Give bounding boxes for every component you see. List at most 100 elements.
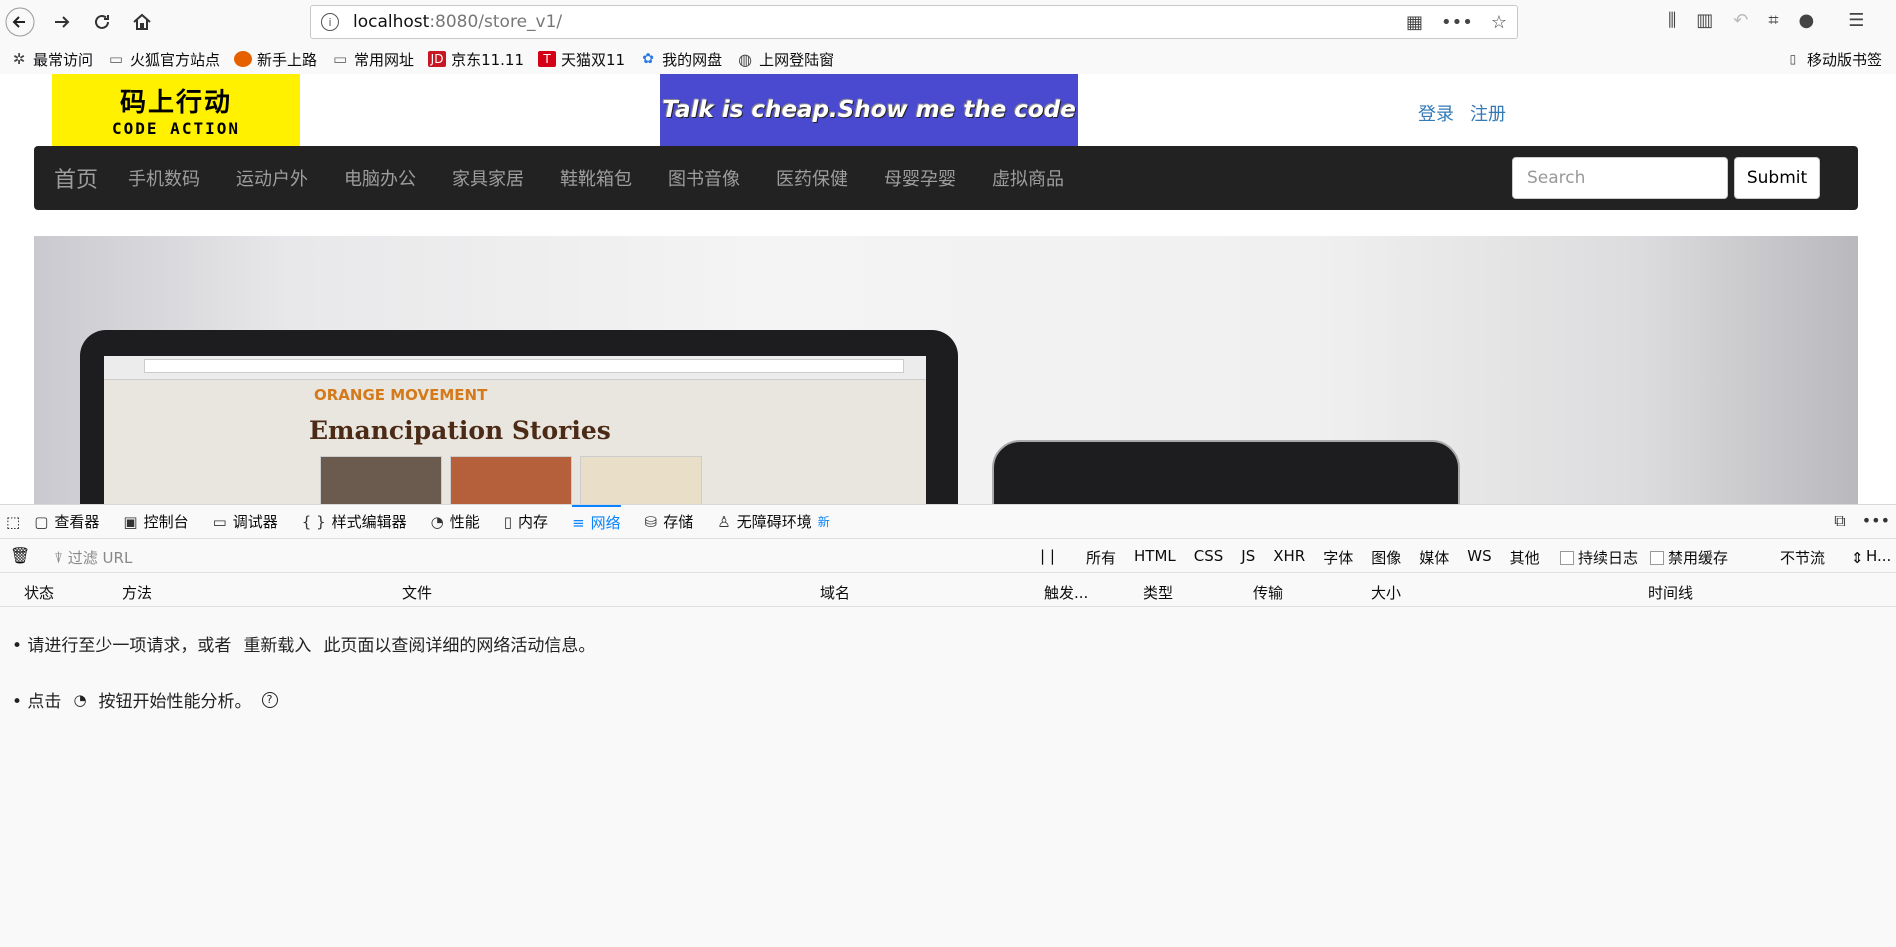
type-image[interactable]: 图像	[1371, 547, 1401, 568]
bookmark-firefox[interactable]: ▭ 火狐官方站点	[107, 49, 220, 70]
tab-console[interactable]: ▣ 控制台	[123, 505, 188, 539]
persist-log-checkbox[interactable]: 持续日志	[1560, 547, 1638, 568]
col-status[interactable]: 状态	[24, 582, 54, 603]
message-text: 按钮开始性能分析。	[98, 692, 252, 712]
search-input[interactable]: Search	[1512, 157, 1728, 199]
tab-label: 存储	[663, 513, 694, 531]
tab-inspector[interactable]: ▢ 查看器	[34, 505, 99, 539]
trash-icon[interactable]: 🗑	[10, 546, 30, 565]
tab-storage[interactable]: ⛁ 存储	[645, 505, 694, 539]
screenshot-icon[interactable]: ⌗	[1768, 10, 1778, 31]
info-icon[interactable]: i	[321, 13, 339, 31]
pause-icon[interactable]: | |	[1040, 547, 1055, 565]
performance-button[interactable]: ◔	[67, 691, 92, 709]
tab-performance[interactable]: ◔ 性能	[431, 505, 480, 539]
tab-label: 网络	[590, 514, 621, 532]
filter-url-input[interactable]: ⍒ 过滤 URL	[54, 547, 132, 568]
tab-debugger[interactable]: ▭ 调试器	[213, 505, 278, 539]
col-cause[interactable]: 触发...	[1044, 582, 1088, 603]
type-js[interactable]: JS	[1241, 547, 1255, 568]
message-text: 此页面以查阅详细的网络活动信息。	[323, 636, 596, 656]
qrcode-icon[interactable]: ▦	[1406, 12, 1423, 33]
nav-item[interactable]: 母婴孕婴	[884, 165, 956, 191]
back-icon[interactable]	[4, 6, 36, 38]
nav-item[interactable]: 手机数码	[128, 165, 200, 191]
bookmark-netdisk[interactable]: ✿ 我的网盘	[639, 49, 722, 70]
chat-icon[interactable]: ●	[1799, 10, 1815, 31]
type-ws[interactable]: WS	[1467, 547, 1491, 568]
accessibility-icon: ♙	[717, 512, 731, 531]
tab-style-editor[interactable]: { } 样式编辑器	[302, 505, 407, 539]
hero-carousel[interactable]: ORANGE MOVEMENT Emancipation Stories	[34, 236, 1858, 504]
forward-icon[interactable]	[46, 6, 78, 38]
bookmark-login[interactable]: ◍ 上网登陆窗	[736, 49, 834, 70]
login-link[interactable]: 登录	[1418, 100, 1454, 126]
empty-message-reload: • 请进行至少一项请求，或者 重新载入 此页面以查阅详细的网络活动信息。	[12, 631, 595, 656]
main-navbar: 首页 手机数码 运动户外 电脑办公 家具家居 鞋靴箱包 图书音像 医药保健 母婴…	[34, 146, 1858, 210]
pick-element-icon[interactable]: ⬚	[6, 505, 20, 539]
undo-icon[interactable]: ↶	[1733, 10, 1748, 31]
sidebar-icon[interactable]: ▥	[1696, 10, 1713, 31]
bookmark-common[interactable]: ▭ 常用网址	[331, 49, 414, 70]
slogan-banner: Talk is cheap.Show me the code	[660, 74, 1078, 146]
network-filterbar: 🗑 ⍒ 过滤 URL | | 所有 HTML CSS JS XHR 字体 图像 …	[0, 539, 1896, 573]
url-bar[interactable]: i localhost:8080/store_v1/ ▦ ••• ☆	[310, 5, 1518, 39]
menu-icon[interactable]: ☰	[1848, 10, 1864, 31]
nav-item[interactable]: 鞋靴箱包	[560, 165, 632, 191]
col-timeline[interactable]: 时间线	[1648, 582, 1693, 603]
nav-item[interactable]: 家具家居	[452, 165, 524, 191]
tab-memory[interactable]: ▯ 内存	[504, 505, 548, 539]
bookmark-label: 天猫双11	[561, 50, 626, 69]
col-domain[interactable]: 域名	[820, 582, 850, 603]
type-all[interactable]: 所有	[1086, 547, 1116, 568]
bookmark-tmall[interactable]: T 天猫双11	[538, 49, 625, 70]
reload-button[interactable]: 重新载入	[237, 631, 317, 656]
type-css[interactable]: CSS	[1194, 547, 1224, 568]
checkbox-label: 持续日志	[1578, 549, 1639, 567]
throttle-select[interactable]: 不节流 ⇕	[1780, 547, 1864, 568]
reload-icon[interactable]	[86, 6, 118, 38]
library-icon[interactable]: ⫼	[1668, 10, 1676, 31]
home-icon[interactable]	[126, 6, 158, 38]
nav-item[interactable]: 电脑办公	[344, 165, 416, 191]
browser-toolbar: i localhost:8080/store_v1/ ▦ ••• ☆ ⫼ ▥ ↶…	[0, 0, 1896, 42]
more-icon[interactable]: •••	[1862, 511, 1890, 531]
col-transferred[interactable]: 传输	[1253, 582, 1283, 603]
bookmark-label: 火狐官方站点	[130, 50, 221, 69]
bookmark-label: 移动版书签	[1806, 50, 1882, 69]
nav-item[interactable]: 图书音像	[668, 165, 740, 191]
tab-label: 调试器	[232, 513, 278, 531]
tab-label: 查看器	[54, 513, 100, 531]
bookmark-jd[interactable]: JD 京东11.11	[428, 49, 524, 70]
more-icon[interactable]: •••	[1441, 12, 1473, 33]
col-file[interactable]: 文件	[402, 582, 432, 603]
throttle-value: 不节流	[1780, 549, 1826, 567]
disable-cache-checkbox[interactable]: 禁用缓存	[1650, 547, 1728, 568]
submit-button[interactable]: Submit	[1734, 157, 1820, 199]
star-icon[interactable]: ☆	[1491, 12, 1507, 33]
register-link[interactable]: 注册	[1470, 100, 1506, 126]
tab-network[interactable]: ≡ 网络	[572, 504, 621, 539]
col-method[interactable]: 方法	[122, 582, 152, 603]
bookmark-mobile[interactable]: ▯ 移动版书签	[1784, 46, 1882, 72]
nav-home[interactable]: 首页	[54, 162, 98, 194]
tab-accessibility[interactable]: ♙ 无障碍环境新	[717, 505, 829, 539]
nav-item[interactable]: 医药保健	[776, 165, 848, 191]
help-icon[interactable]: ?	[261, 691, 278, 708]
message-text: • 请进行至少一项请求，或者	[12, 636, 232, 656]
nav-item[interactable]: 运动户外	[236, 165, 308, 191]
devtools-tabs: ⬚ ▢ 查看器 ▣ 控制台 ▭ 调试器 { } 样式编辑器 ◔ 性能 ▯ 内存 ≡ 网络 ⛁ 存…	[0, 504, 1896, 539]
col-size[interactable]: 大小	[1371, 582, 1401, 603]
bookmark-most-visited[interactable]: ✲ 最常访问	[10, 49, 93, 70]
type-html[interactable]: HTML	[1134, 547, 1176, 568]
type-font[interactable]: 字体	[1323, 547, 1353, 568]
type-xhr[interactable]: XHR	[1273, 547, 1305, 568]
type-other[interactable]: 其他	[1510, 547, 1540, 568]
type-media[interactable]: 媒体	[1419, 547, 1449, 568]
site-logo[interactable]: 码上行动 CODE ACTION	[52, 74, 300, 146]
responsive-icon[interactable]: ⧉	[1834, 511, 1845, 531]
col-type[interactable]: 类型	[1143, 582, 1173, 603]
har-menu[interactable]: H...	[1866, 547, 1891, 565]
nav-item[interactable]: 虚拟商品	[992, 165, 1064, 191]
bookmark-newbie[interactable]: 新手上路	[234, 49, 317, 70]
